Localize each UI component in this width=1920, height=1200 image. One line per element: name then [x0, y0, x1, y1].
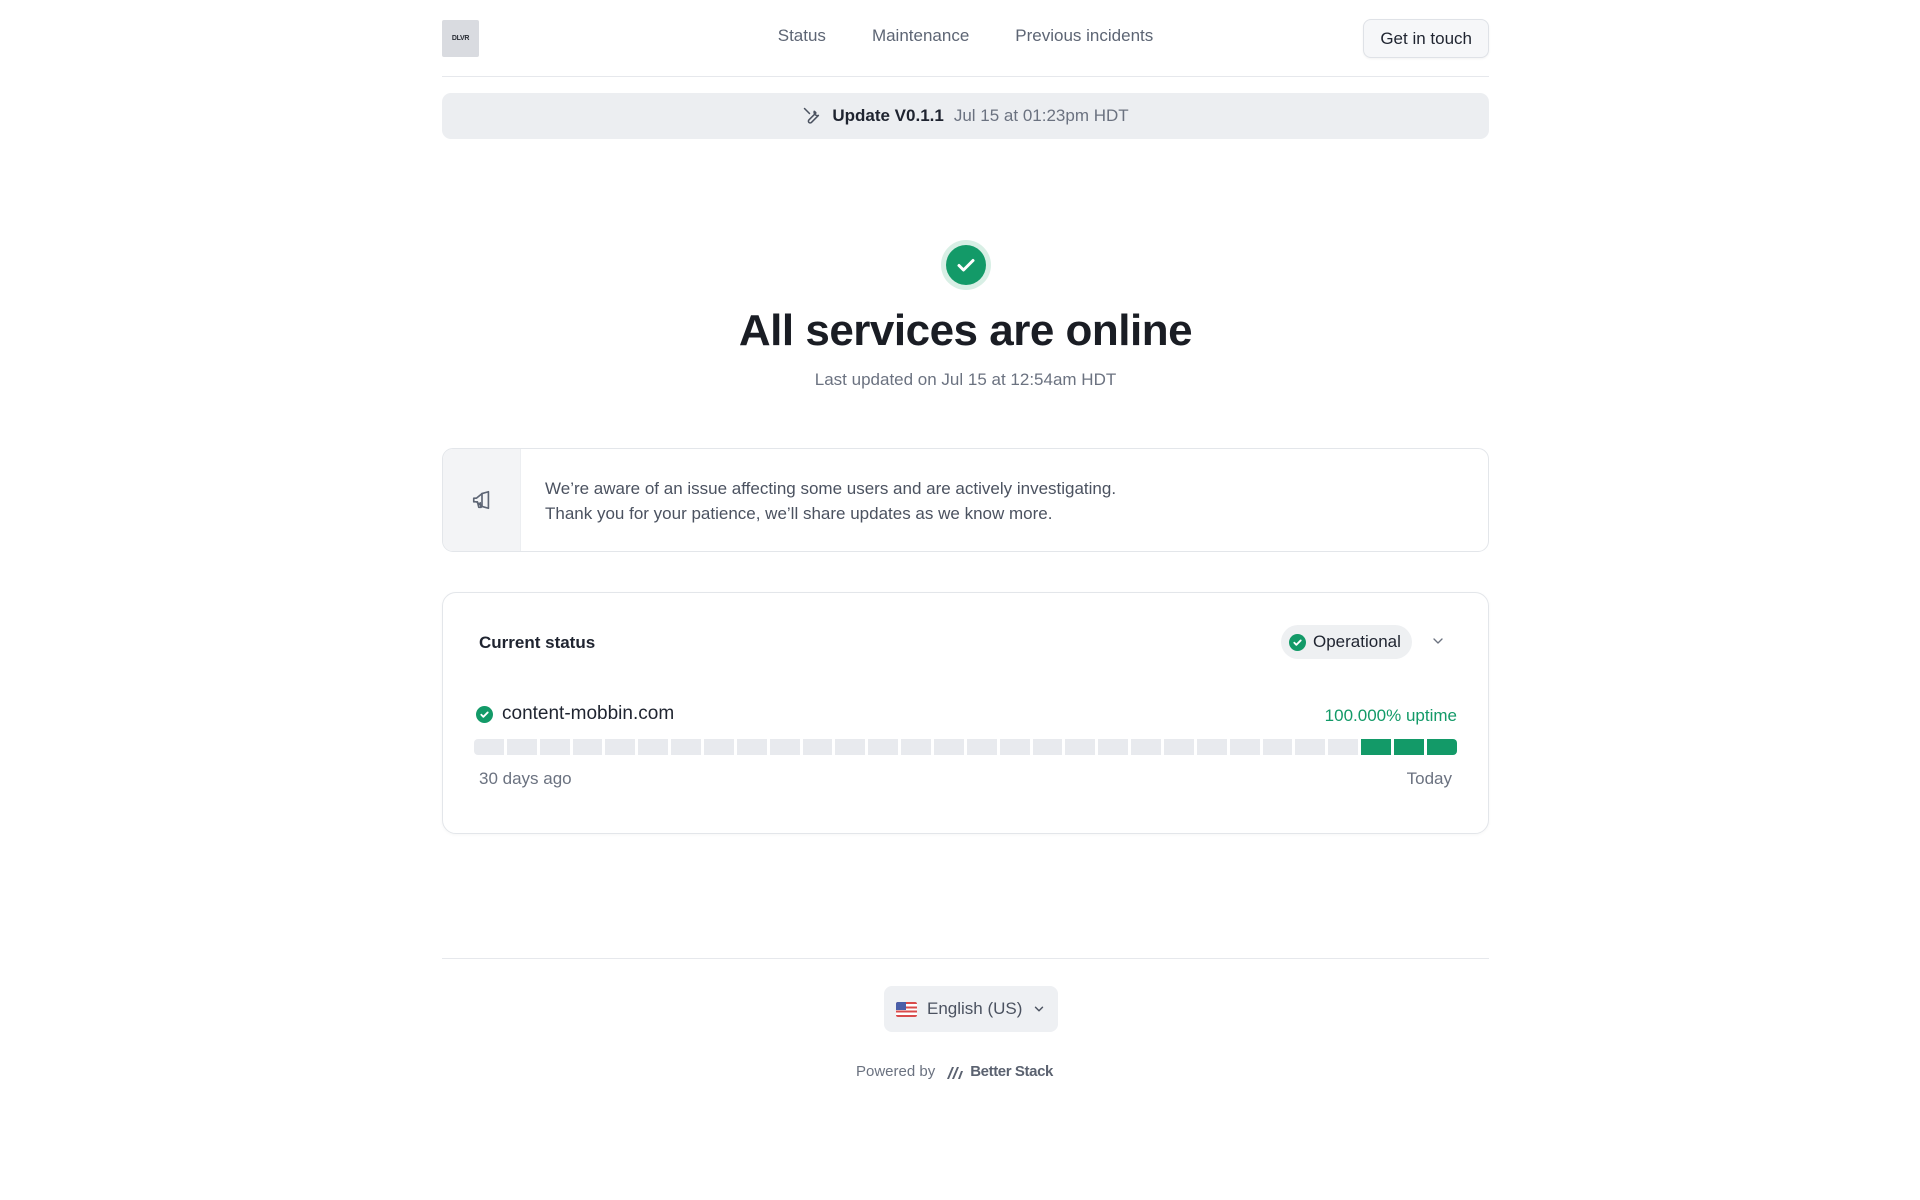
uptime-day-bar[interactable]	[835, 739, 866, 755]
current-status-label: Current status	[479, 633, 596, 652]
uptime-day-bar[interactable]	[769, 739, 800, 755]
uptime-day-bar[interactable]	[901, 739, 932, 755]
service-uptime: 100.000% uptime	[1324, 706, 1457, 725]
range-start-label: 30 days ago	[479, 769, 572, 788]
check-icon	[1289, 633, 1306, 651]
nav-previous-incidents[interactable]: Previous incidents	[1015, 26, 1153, 46]
uptime-day-bar[interactable]	[1262, 739, 1293, 755]
announcement-box: We’re aware of an issue affecting some u…	[442, 448, 1489, 552]
maintenance-banner[interactable]: Update V0.1.1 Jul 15 at 01:23pm HDT	[442, 93, 1489, 139]
uptime-day-bar[interactable]	[1164, 739, 1194, 755]
uptime-day-bar[interactable]	[605, 739, 636, 755]
uptime-day-bar[interactable]	[1328, 739, 1359, 755]
range-end-label: Today	[1406, 769, 1452, 788]
uptime-day-bar[interactable]	[1098, 739, 1129, 755]
megaphone-icon	[472, 490, 489, 510]
powered-by: Powered by Better Stack	[856, 1063, 1053, 1080]
uptime-day-bar[interactable]	[671, 739, 702, 755]
wrench-icon	[804, 107, 820, 124]
uptime-day-bar[interactable]	[1032, 739, 1063, 755]
overall-status-badge[interactable]: Operational	[1281, 625, 1412, 659]
uptime-day-bar[interactable]	[1295, 739, 1326, 755]
chevron-down-icon	[1035, 1006, 1044, 1012]
uptime-day-bar[interactable]	[638, 739, 669, 755]
current-status-card: Current status Operational content-mobbi…	[442, 592, 1489, 834]
announcement-line-1: We’re aware of an issue affecting some u…	[545, 479, 1117, 498]
better-stack-logo-icon	[947, 1066, 964, 1079]
better-stack-link[interactable]: Better Stack	[947, 1063, 1053, 1080]
nav-maintenance[interactable]: Maintenance	[872, 26, 969, 46]
uptime-day-bar[interactable]	[506, 739, 537, 755]
uptime-day-bar[interactable]	[868, 739, 899, 755]
uptime-day-bar[interactable]	[1394, 739, 1424, 755]
maintenance-title: Update V0.1.1	[832, 106, 944, 125]
announcement-icon-panel	[443, 449, 521, 551]
service-name-text: content-mobbin.com	[502, 703, 675, 724]
language-label: English (US)	[927, 999, 1023, 1018]
uptime-day-bar[interactable]	[572, 739, 603, 755]
footer-divider	[442, 958, 1489, 959]
uptime-day-bar[interactable]	[999, 739, 1030, 755]
uptime-bars	[474, 739, 1457, 755]
check-icon	[476, 705, 493, 723]
overall-status-text: Operational	[1313, 632, 1401, 651]
last-updated: Last updated on Jul 15 at 12:54am HDT	[814, 370, 1117, 389]
nav-status[interactable]: Status	[778, 26, 826, 46]
powered-by-label: Powered by	[856, 1063, 936, 1080]
status-hero: All services are online Last updated on …	[442, 240, 1489, 390]
announcement-text: We’re aware of an issue affecting some u…	[521, 449, 1140, 551]
uptime-day-bar[interactable]	[966, 739, 997, 755]
uptime-day-bar[interactable]	[802, 739, 833, 755]
uptime-day-bar[interactable]	[1229, 739, 1260, 755]
uptime-day-bar[interactable]	[1131, 739, 1162, 755]
page-title: All services are online	[738, 306, 1193, 355]
get-in-touch-button[interactable]: Get in touch	[1363, 19, 1489, 58]
check-circle-icon	[940, 240, 991, 290]
announcement-line-2: Thank you for your patience, we’ll share…	[545, 504, 1053, 523]
us-flag-icon	[896, 1001, 917, 1017]
main-nav: Status Maintenance Previous incidents	[442, 26, 1489, 46]
uptime-day-bar[interactable]	[736, 739, 767, 755]
maintenance-time: Jul 15 at 01:23pm HDT	[953, 106, 1129, 125]
uptime-day-bar[interactable]	[704, 739, 734, 755]
uptime-day-bar[interactable]	[1196, 739, 1227, 755]
site-header: DLVR Status Maintenance Previous inciden…	[442, 0, 1489, 77]
chevron-down-icon[interactable]	[1430, 633, 1446, 649]
language-selector[interactable]: English (US)	[884, 986, 1059, 1032]
uptime-day-bar[interactable]	[1361, 739, 1392, 755]
service-row: content-mobbin.com 100.000% uptime	[476, 703, 1457, 727]
uptime-day-bar[interactable]	[1426, 739, 1457, 755]
service-name[interactable]: content-mobbin.com	[476, 703, 674, 725]
uptime-day-bar[interactable]	[539, 739, 570, 755]
better-stack-wordmark: Better Stack	[970, 1063, 1053, 1080]
uptime-day-bar[interactable]	[934, 739, 964, 755]
uptime-day-bar[interactable]	[474, 739, 504, 755]
uptime-day-bar[interactable]	[1065, 739, 1096, 755]
